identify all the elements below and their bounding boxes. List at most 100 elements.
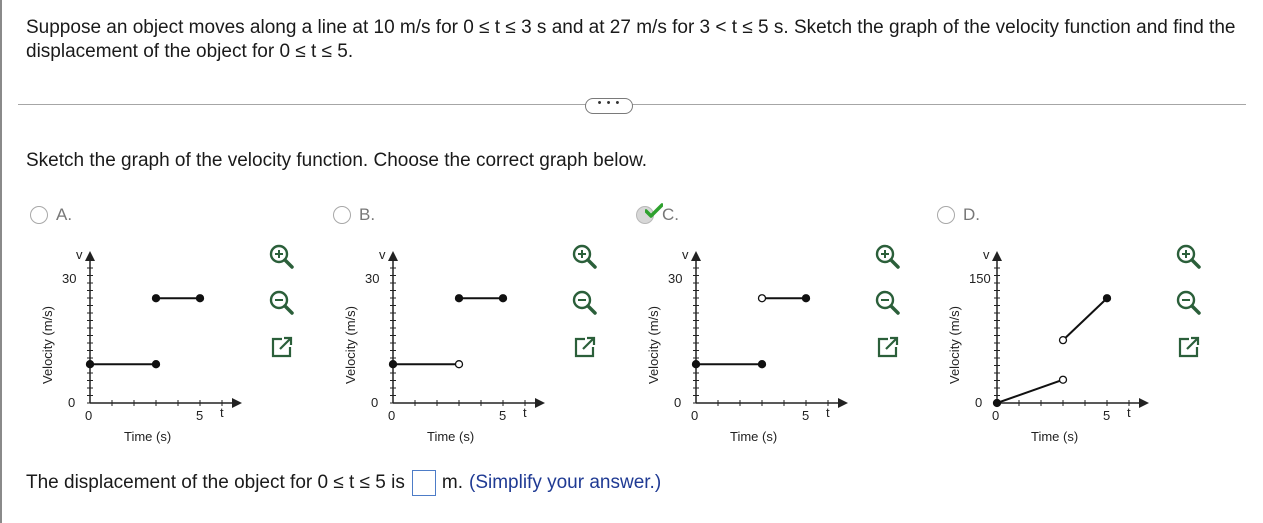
- zoom-out-icon[interactable]: [268, 289, 294, 315]
- expand-icon[interactable]: [268, 335, 294, 361]
- x-axis-arrow: [232, 398, 242, 408]
- x-tick-label-0: 0: [85, 408, 92, 423]
- prompt-text: Sketch the graph of the velocity functio…: [26, 150, 648, 171]
- displacement-input[interactable]: [411, 470, 436, 496]
- option-d-radio[interactable]: [937, 206, 955, 224]
- v-label: v: [983, 247, 990, 262]
- t-label: t: [1127, 405, 1131, 420]
- option-d-graph: Velocity (m/s) v 0 5 t Time (s) 0 150: [947, 247, 1149, 444]
- open-endpoint: [454, 360, 464, 369]
- closed-endpoint: [757, 360, 767, 369]
- handle: [889, 304, 900, 315]
- y-tick-label-max: 30: [365, 271, 379, 286]
- x-axis-label: Time (s): [427, 429, 474, 444]
- closed-endpoint: [85, 360, 95, 369]
- option-d-tools: [1175, 243, 1211, 381]
- option-b-tools: [571, 243, 607, 381]
- t-label: t: [826, 405, 830, 420]
- y-tick-label-0: 0: [68, 395, 75, 410]
- y-axis-label: Velocity (m/s): [40, 306, 55, 384]
- answer-unit: m.: [441, 472, 463, 493]
- more-button[interactable]: • • •: [585, 98, 633, 114]
- closed-endpoint: [454, 294, 464, 303]
- x-axis-label: Time (s): [730, 429, 777, 444]
- v-label: v: [76, 247, 83, 262]
- handle: [1190, 258, 1201, 269]
- answer-prefix: The displacement of the object for 0 ≤ t…: [26, 472, 405, 493]
- x-tick-label-0: 0: [691, 408, 698, 423]
- y-axis-arrow: [691, 251, 701, 261]
- option-b-label[interactable]: B.: [333, 205, 375, 225]
- closed-endpoint: [691, 360, 701, 369]
- option-c[interactable]: C. Velocity (m/s) v 0 5 t Time (s) 0 30: [636, 203, 926, 445]
- zoom-out-icon[interactable]: [874, 289, 900, 315]
- y-axis-arrow: [388, 251, 398, 261]
- y-tick-label-0: 0: [674, 395, 681, 410]
- handle: [1190, 304, 1201, 315]
- option-b[interactable]: B. Velocity (m/s) v 0 5 t Time (s) 0 30: [333, 205, 623, 445]
- closed-endpoint: [151, 294, 161, 303]
- option-a-radio[interactable]: [30, 206, 48, 224]
- x-axis-label: Time (s): [1031, 429, 1078, 444]
- closed-endpoint: [388, 360, 398, 369]
- zoom-in-icon[interactable]: [1175, 243, 1201, 269]
- closed-endpoint: [195, 294, 205, 303]
- option-c-label[interactable]: C.: [636, 203, 679, 225]
- option-d-label[interactable]: D.: [937, 205, 980, 225]
- option-a-tools: [268, 243, 304, 381]
- graph-segment: [996, 378, 1064, 404]
- y-tick-label-0: 0: [371, 395, 378, 410]
- question-text: Suppose an object moves along a line at …: [26, 17, 1236, 62]
- v-label: v: [682, 247, 689, 262]
- left-border: [0, 0, 2, 523]
- option-a-letter: A.: [56, 205, 73, 224]
- y-axis-arrow: [992, 251, 1002, 261]
- y-tick-label-max: 150: [969, 271, 991, 286]
- y-axis-arrow: [85, 251, 95, 261]
- option-b-graph: Velocity (m/s) v 0 5 t Time (s) 0 30: [343, 247, 545, 444]
- handle: [283, 258, 294, 269]
- y-axis-label: Velocity (m/s): [646, 306, 661, 384]
- handle: [586, 258, 597, 269]
- expand-icon[interactable]: [874, 335, 900, 361]
- open-endpoint: [1058, 335, 1068, 345]
- option-a-label[interactable]: A.: [30, 205, 72, 225]
- handle: [586, 304, 597, 315]
- x-tick-label-5: 5: [1103, 408, 1110, 423]
- x-tick-label-5: 5: [196, 408, 203, 423]
- option-a[interactable]: A. Velocity (m/s) v 0 5 t Time (s) 0 30: [30, 205, 320, 445]
- answer-hint: (Simplify your answer.): [469, 472, 662, 493]
- v-label: v: [379, 247, 386, 262]
- x-tick-label-5: 5: [499, 408, 506, 423]
- closed-endpoint: [992, 398, 1002, 408]
- handle: [283, 304, 294, 315]
- zoom-out-icon[interactable]: [1175, 289, 1201, 315]
- x-axis-arrow: [535, 398, 545, 408]
- x-axis-arrow: [1139, 398, 1149, 408]
- expand-icon[interactable]: [1175, 335, 1201, 361]
- option-b-radio[interactable]: [333, 206, 351, 224]
- checkmark-icon: [645, 203, 663, 218]
- graph-segment: [1062, 297, 1108, 341]
- open-endpoint: [757, 294, 767, 303]
- option-c-tools: [874, 243, 910, 381]
- zoom-in-icon[interactable]: [874, 243, 900, 269]
- zoom-in-icon[interactable]: [268, 243, 294, 269]
- option-d[interactable]: D. Velocity (m/s) v 0 5 t Time (s) 0 150: [937, 205, 1227, 445]
- x-tick-label-0: 0: [992, 408, 999, 423]
- t-label: t: [523, 405, 527, 420]
- zoom-in-icon[interactable]: [571, 243, 597, 269]
- open-endpoint: [1058, 375, 1068, 384]
- x-tick-label-5: 5: [802, 408, 809, 423]
- zoom-out-icon[interactable]: [571, 289, 597, 315]
- expand-icon[interactable]: [571, 335, 597, 361]
- y-tick-label-max: 30: [668, 271, 682, 286]
- x-tick-label-0: 0: [388, 408, 395, 423]
- y-tick-label-max: 30: [62, 271, 76, 286]
- x-axis-label: Time (s): [124, 429, 171, 444]
- option-c-graph: Velocity (m/s) v 0 5 t Time (s) 0 30: [646, 247, 848, 444]
- closed-endpoint: [498, 294, 508, 303]
- option-a-graph: Velocity (m/s) v 0 5 t Time (s) 0 30: [40, 247, 242, 444]
- closed-endpoint: [151, 360, 161, 369]
- y-axis-label: Velocity (m/s): [343, 306, 358, 384]
